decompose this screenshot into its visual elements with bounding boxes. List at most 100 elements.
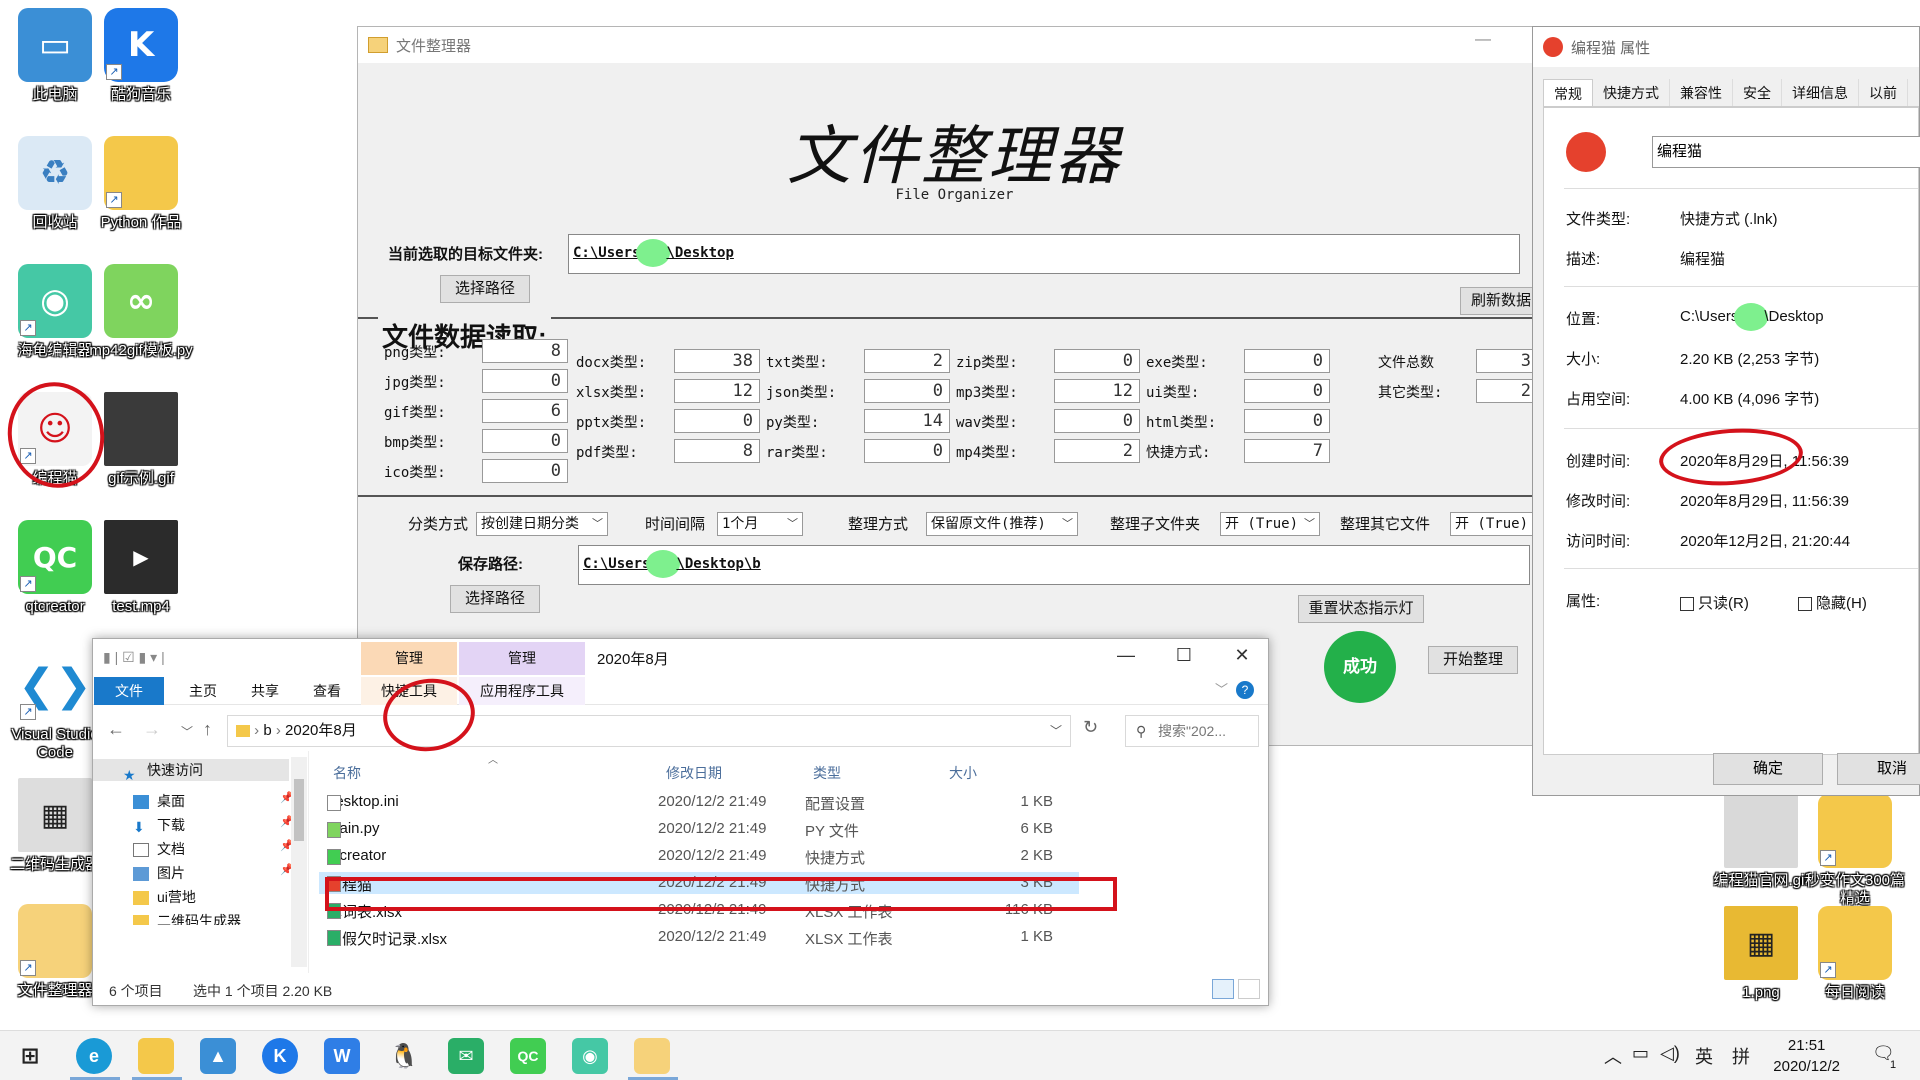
file-explorer-icon[interactable] <box>138 1038 174 1074</box>
col-modified[interactable]: 修改日期 <box>666 763 722 783</box>
ctx-manage-shortcut-header[interactable]: 管理 <box>361 642 457 675</box>
tab-general[interactable]: 常规 <box>1543 79 1593 106</box>
stat-label: html类型: <box>1146 415 1217 431</box>
chevron-down-icon[interactable]: ﹀ <box>1050 716 1062 746</box>
hidden-checkbox[interactable]: 隐藏(H) <box>1798 592 1867 613</box>
quick-access-toolbar[interactable]: ▮ | ☑ ▮ ▾ | <box>103 649 165 666</box>
maximize-button[interactable]: ☐ <box>1164 645 1204 666</box>
organize-select[interactable]: 保留原文件(推荐) ﹀ <box>926 512 1078 536</box>
file-row[interactable]: main.py 2020/12/2 21:49 PY 文件 6 KB <box>319 818 1079 840</box>
stat-label: zip类型: <box>956 355 1018 371</box>
interval-select[interactable]: 1个月 ﹀ <box>717 512 803 536</box>
qq-icon[interactable]: 🐧 <box>386 1038 422 1074</box>
breadcrumb-b[interactable]: b <box>263 722 271 739</box>
file-name-input[interactable]: 编程猫 <box>1652 136 1920 168</box>
ok-button[interactable]: 确定 <box>1713 753 1823 785</box>
minimize-button[interactable]: — <box>1475 31 1491 49</box>
file-name: 暑假欠时记录.xlsx <box>327 931 448 948</box>
kugou-icon[interactable]: K <box>262 1038 298 1074</box>
help-icon[interactable]: ? <box>1236 681 1254 699</box>
col-name[interactable]: 名称 <box>333 763 361 783</box>
properties-title: 编程猫 属性 <box>1571 39 1651 57</box>
col-size[interactable]: 大小 <box>949 763 977 783</box>
reset-indicator-button[interactable]: 重置状态指示灯 <box>1298 595 1424 623</box>
stat-value: 0 <box>1244 409 1330 433</box>
start-organize-button[interactable]: 开始整理 <box>1428 646 1518 674</box>
search-input[interactable]: ⚲ 搜索"202... <box>1125 715 1259 747</box>
wechat-icon[interactable]: ✉ <box>448 1038 484 1074</box>
desktop-icon-mp42gif-py[interactable]: ∞ mp42gif模板.py <box>86 264 196 360</box>
tray-chevron-up-icon[interactable]: ︿ <box>1604 1043 1622 1069</box>
classify-select[interactable]: 按创建日期分类 ﹀ <box>476 512 608 536</box>
file-row[interactable]: 暑假欠时记录.xlsx 2020/12/2 21:49 XLSX 工作表 1 KB <box>319 926 1079 948</box>
tray-volume-icon[interactable]: ◁) <box>1660 1043 1680 1064</box>
recent-locations-icon[interactable]: ﹀ <box>181 723 193 740</box>
col-type[interactable]: 类型 <box>813 763 841 783</box>
tab-details[interactable]: 详细信息 <box>1782 79 1859 106</box>
tab-shortcut[interactable]: 快捷方式 <box>1593 79 1670 106</box>
choose-target-path-button[interactable]: 选择路径 <box>440 275 530 303</box>
ribbon-tab-view[interactable]: 查看 <box>297 677 357 705</box>
forward-arrow-icon[interactable]: → <box>143 719 161 740</box>
ime-language-indicator[interactable]: 英 <box>1695 1043 1713 1069</box>
address-input[interactable]: › b › 2020年8月 ﹀ <box>227 715 1071 747</box>
readonly-checkbox[interactable]: 只读(R) <box>1680 592 1749 613</box>
nav-pictures[interactable]: 图片 <box>133 863 185 883</box>
back-arrow-icon[interactable]: ← <box>107 719 125 740</box>
desktop-icon-test-mp4[interactable]: ▶ test.mp4 <box>86 520 196 616</box>
qtcreator-icon[interactable]: QC <box>510 1038 546 1074</box>
nav-desktop[interactable]: 桌面 <box>133 791 185 811</box>
file-row[interactable]: qtcreator 2020/12/2 21:49 快捷方式 2 KB <box>319 845 1079 867</box>
qrcode-icon: ▦ <box>1724 906 1798 980</box>
desktop-icon-python-works[interactable]: ↗ Python 作品 <box>86 136 196 232</box>
system-clock[interactable]: 21:51 2020/12/2 <box>1773 1035 1840 1077</box>
nav-quick-access[interactable]: ★ 快速访问 <box>93 759 289 783</box>
file-row[interactable]: desktop.ini 2020/12/2 21:49 配置设置 1 KB <box>319 791 1079 813</box>
status-item-count: 6 个项目 <box>109 983 163 999</box>
breadcrumb-current[interactable]: 2020年8月 <box>285 722 357 739</box>
stat-label: pptx类型: <box>576 415 647 431</box>
refresh-icon[interactable]: ↻ <box>1083 717 1098 738</box>
tray-network-icon[interactable]: ▭ <box>1632 1043 1649 1064</box>
folder-icon <box>133 915 149 925</box>
file-type: 快捷方式 <box>805 850 866 867</box>
app-titlebar: 文件整理器 <box>358 27 1551 63</box>
ribbon-tab-file[interactable]: 文件 <box>94 677 164 705</box>
file-organizer-icon[interactable] <box>634 1038 670 1074</box>
tab-previous[interactable]: 以前 <box>1859 79 1908 106</box>
desktop-icon-essays[interactable]: ↗ 秒变作文300篇精选 <box>1800 794 1910 908</box>
nav-documents[interactable]: 文档 <box>133 839 185 859</box>
desktop-icon-daily-reading[interactable]: ↗ 每日阅读 <box>1800 906 1910 1002</box>
turtle-editor-icon[interactable]: ◉ <box>572 1038 608 1074</box>
nav-qrcode-generator[interactable]: 二维码生成器 <box>133 911 241 925</box>
photos-icon[interactable]: ▲ <box>200 1038 236 1074</box>
ribbon-tab-app-tools[interactable]: 应用程序工具 <box>459 677 585 705</box>
scrollbar-thumb[interactable] <box>294 779 304 841</box>
subfolder-select[interactable]: 开 (True) ﹀ <box>1220 512 1320 536</box>
ctx-manage-app-header[interactable]: 管理 <box>459 642 585 675</box>
stat-value: 7 <box>1244 439 1330 463</box>
nav-ui-camp[interactable]: ui营地 <box>133 887 196 907</box>
cancel-button[interactable]: 取消 <box>1837 753 1920 785</box>
tab-compatibility[interactable]: 兼容性 <box>1670 79 1733 106</box>
ime-mode-indicator[interactable]: 拼 <box>1732 1043 1750 1069</box>
properties-dialog: 编程猫 属性 常规 快捷方式 兼容性 安全 详细信息 以前 编程猫 文件类型: … <box>1532 26 1920 796</box>
close-button[interactable]: ✕ <box>1222 645 1262 666</box>
desktop-icon-kugou[interactable]: K ↗ 酷狗音乐 <box>86 8 196 104</box>
ribbon-tab-share[interactable]: 共享 <box>235 677 295 705</box>
chevron-down-icon[interactable]: ﹀ <box>1215 679 1228 698</box>
ribbon-tab-home[interactable]: 主页 <box>173 677 233 705</box>
up-arrow-icon[interactable]: ↑ <box>203 719 212 740</box>
file-size: 2 KB <box>1020 847 1053 864</box>
nav-scrollbar[interactable] <box>291 757 307 967</box>
large-icons-view-icon[interactable] <box>1238 979 1260 999</box>
nav-downloads[interactable]: ⬇ 下载 <box>133 815 185 835</box>
image-thumbnail-icon <box>104 392 178 466</box>
minimize-button[interactable]: — <box>1106 645 1146 666</box>
choose-save-path-button[interactable]: 选择路径 <box>450 585 540 613</box>
edge-icon[interactable]: e <box>76 1038 112 1074</box>
details-view-icon[interactable] <box>1212 979 1234 999</box>
windows-start-icon[interactable]: ⊞ <box>12 1038 48 1074</box>
wps-icon[interactable]: W <box>324 1038 360 1074</box>
tab-security[interactable]: 安全 <box>1733 79 1782 106</box>
